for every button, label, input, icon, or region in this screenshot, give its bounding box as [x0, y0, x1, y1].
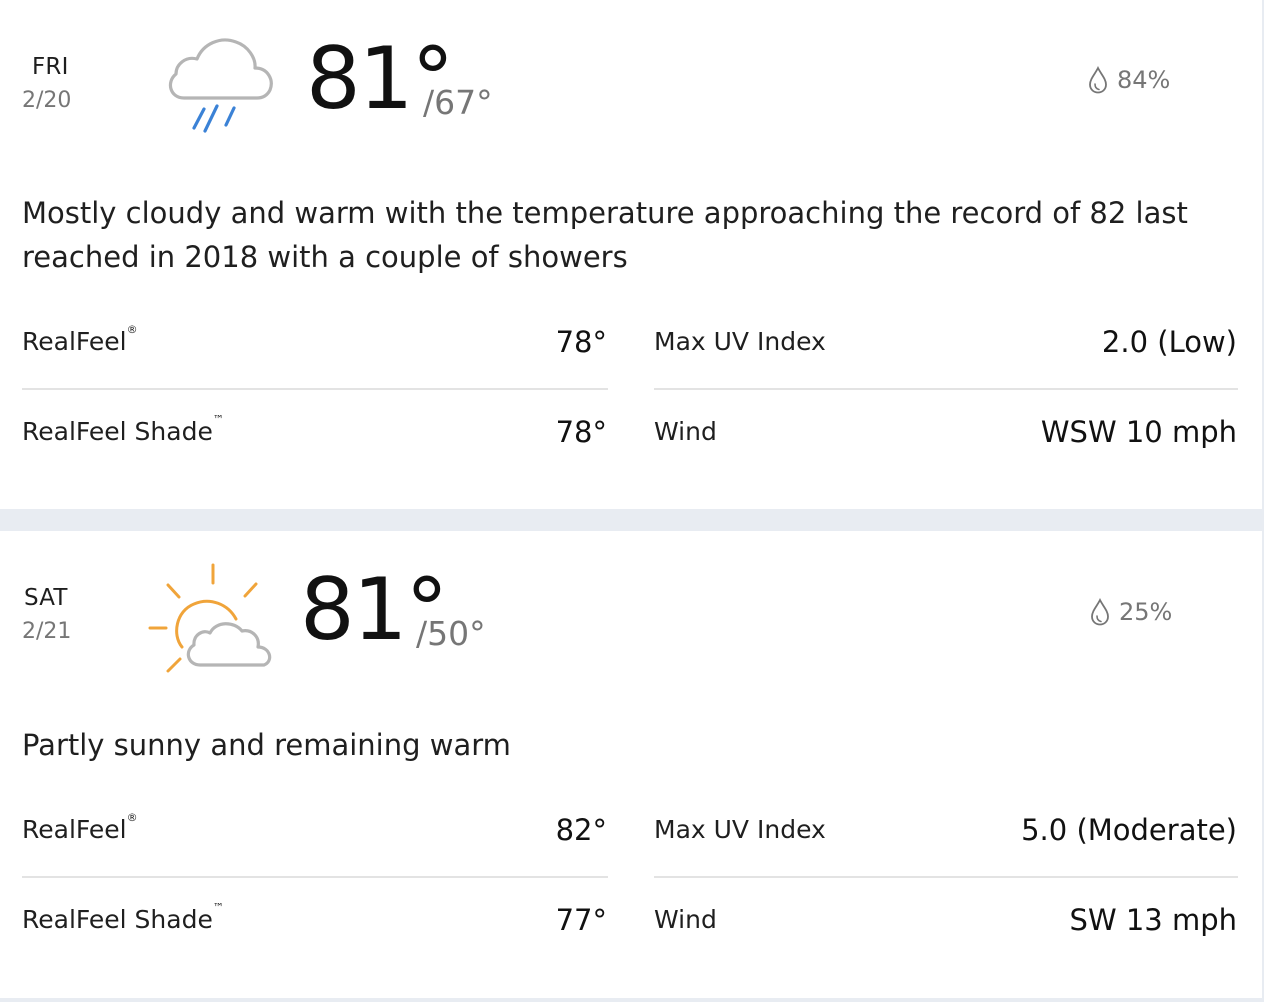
- day-of-week: FRI: [32, 54, 69, 80]
- precipitation-probability: 25%: [1089, 598, 1172, 626]
- realfeel-label: RealFeel®: [22, 323, 138, 356]
- wind-value: SW 13 mph: [1069, 903, 1237, 937]
- uv-index-label: Max UV Index: [654, 327, 826, 356]
- precipitation-probability: 84%: [1087, 66, 1170, 94]
- forecast-date: 2/20: [22, 88, 72, 113]
- daily-forecast-card: SAT 2/21 81° /50° 25% Partly sunny and r…: [0, 531, 1262, 998]
- realfeel-value: 82°: [555, 813, 607, 847]
- wind-value: WSW 10 mph: [1040, 415, 1237, 449]
- raindrop-icon: [1089, 598, 1111, 626]
- low-temperature: /50°: [416, 614, 486, 653]
- divider: [22, 876, 608, 878]
- precip-value: 84%: [1117, 66, 1171, 94]
- wind-label: Wind: [654, 905, 717, 934]
- uv-index-value: 2.0 (Low): [1101, 325, 1237, 359]
- divider: [654, 388, 1238, 390]
- realfeel-shade-label: RealFeel Shade™: [22, 413, 224, 446]
- rain-cloud-icon: [164, 30, 276, 144]
- day-of-week: SAT: [24, 585, 68, 611]
- realfeel-shade-value: 78°: [555, 415, 607, 449]
- uv-index-value: 5.0 (Moderate): [1021, 813, 1237, 847]
- partly-sunny-icon: [146, 561, 278, 681]
- realfeel-shade-value: 77°: [555, 903, 607, 937]
- divider: [654, 876, 1238, 878]
- realfeel-label: RealFeel®: [22, 811, 138, 844]
- wind-label: Wind: [654, 417, 717, 446]
- uv-index-label: Max UV Index: [654, 815, 826, 844]
- forecast-phrase: Mostly cloudy and warm with the temperat…: [22, 196, 1188, 274]
- divider: [22, 388, 608, 390]
- realfeel-shade-label: RealFeel Shade™: [22, 901, 224, 934]
- precip-value: 25%: [1119, 598, 1173, 626]
- realfeel-value: 78°: [555, 325, 607, 359]
- daily-forecast-card: FRI 2/20 81° /67° 84% Mostly cloudy and …: [0, 0, 1262, 509]
- forecast-date: 2/21: [22, 619, 72, 644]
- low-temperature: /67°: [423, 83, 493, 122]
- raindrop-icon: [1087, 66, 1109, 94]
- forecast-phrase: Partly sunny and remaining warm: [22, 728, 511, 762]
